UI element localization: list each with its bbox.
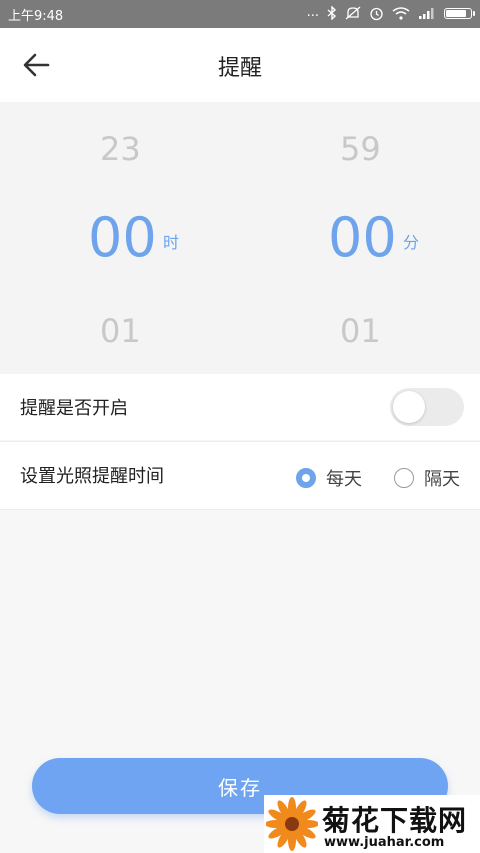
radio-label-alternate: 隔天 xyxy=(424,469,460,490)
interval-label: 设置光照提醒时间 xyxy=(20,466,164,487)
minute-prev[interactable]: 59 xyxy=(340,130,381,168)
more-dots-icon: ... xyxy=(306,5,319,20)
minute-unit: 分 xyxy=(403,233,420,252)
bluetooth-icon xyxy=(327,6,337,20)
row-divider xyxy=(0,509,480,510)
wifi-icon xyxy=(392,6,410,20)
radio-option-alternate[interactable]: 隔天 xyxy=(394,465,460,491)
app-header: 提醒 xyxy=(0,28,480,102)
hour-unit: 时 xyxy=(163,233,180,252)
flower-logo-icon xyxy=(266,797,318,851)
radio-unchecked-icon xyxy=(394,468,414,488)
status-bar: 上午9:48 ... xyxy=(0,0,480,28)
status-time: 上午9:48 xyxy=(8,9,64,24)
reminder-toggle[interactable] xyxy=(390,388,464,426)
mute-icon xyxy=(345,6,361,20)
time-picker: 23 00 时 01 59 00 分 01 xyxy=(0,102,480,374)
toggle-knob xyxy=(393,391,425,423)
reminder-label: 提醒是否开启 xyxy=(20,398,128,419)
battery-icon xyxy=(444,7,475,19)
minute-next[interactable]: 01 xyxy=(340,312,381,350)
hour-next[interactable]: 01 xyxy=(100,312,141,350)
signal-icon xyxy=(419,8,434,19)
reminder-toggle-row: 提醒是否开启 xyxy=(0,374,480,440)
interval-row: 设置光照提醒时间 每天 隔天 xyxy=(0,442,480,509)
hour-prev[interactable]: 23 xyxy=(100,130,141,168)
radio-option-daily[interactable]: 每天 xyxy=(296,465,362,491)
watermark-url: www.juahar.com xyxy=(324,835,445,850)
watermark: 菊花下载网 www.juahar.com xyxy=(264,795,480,853)
radio-label-daily: 每天 xyxy=(326,469,362,490)
page-title: 提醒 xyxy=(217,56,262,81)
minute-selected[interactable]: 00 xyxy=(328,206,397,269)
radio-checked-icon xyxy=(296,468,316,488)
status-icons: ... xyxy=(306,4,475,22)
hour-selected[interactable]: 00 xyxy=(88,206,157,269)
alarm-icon xyxy=(370,7,383,20)
watermark-title: 菊花下载网 xyxy=(322,804,468,837)
